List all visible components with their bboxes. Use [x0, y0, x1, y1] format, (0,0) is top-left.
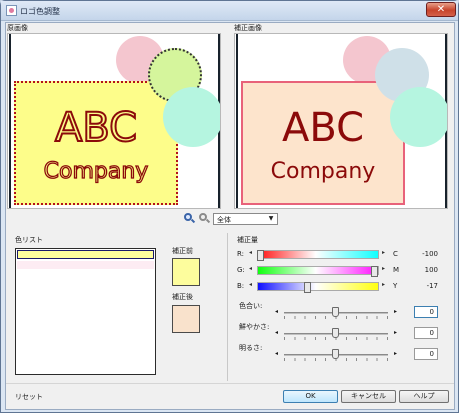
dialog-client-area: 原画像 補正画像 ABC Company ABC Company 全体 ▼ 色リ… [5, 22, 455, 410]
color-list[interactable] [15, 248, 156, 375]
hue-label: 色合い: [239, 302, 263, 310]
chevron-down-icon: ▼ [268, 215, 274, 222]
arrow-right-icon[interactable]: ▸ [382, 249, 385, 256]
brightness-value-field[interactable]: 0 [414, 348, 438, 360]
blue-channel-label: B: [237, 282, 245, 290]
zoom-select-value: 全体 [217, 216, 231, 224]
corrected-image-label: 補正画像 [234, 24, 262, 32]
before-color-label: 補正前 [172, 247, 193, 255]
blue-yellow-slider-row: B: ◂ ▸ Y -17 [237, 281, 447, 293]
red-cyan-slider-thumb[interactable] [257, 250, 264, 261]
arrow-right-icon[interactable]: ▸ [394, 350, 397, 357]
arrow-left-icon[interactable]: ◂ [275, 350, 278, 357]
panel-divider [227, 233, 228, 381]
zoom-out-icon[interactable] [199, 213, 211, 224]
corrected-image-preview: ABC Company [234, 33, 448, 209]
color-list-label: 色リスト [15, 236, 43, 244]
red-channel-label: R: [237, 250, 245, 258]
after-color-swatch [172, 305, 200, 333]
cyan-circle [163, 87, 220, 147]
logo-abc-text: ABC [281, 105, 365, 151]
green-magenta-slider[interactable] [257, 266, 379, 277]
hue-slider-thumb[interactable] [332, 307, 339, 317]
window-title: ロゴ色調整 [20, 7, 60, 16]
preview-edge-line [9, 34, 11, 208]
footer-divider [6, 383, 454, 384]
yellow-channel-label: Y [393, 282, 398, 290]
blue-yellow-slider-thumb[interactable] [304, 282, 311, 293]
cancel-button[interactable]: キャンセル [341, 390, 396, 403]
brightness-label: 明るさ: [239, 344, 263, 352]
logo-company-text: Company [270, 159, 376, 184]
magenta-channel-label: M [393, 266, 400, 274]
saturation-label: 鮮やかさ: [239, 323, 270, 331]
title-bar[interactable]: ロゴ色調整 ✕ [1, 1, 458, 21]
blue-yellow-value: -17 [426, 282, 438, 290]
logo-abc-text: ABC [54, 104, 138, 152]
saturation-slider-thumb[interactable] [332, 328, 339, 338]
saturation-value-field[interactable]: 0 [414, 327, 438, 339]
brightness-slider-row: 明るさ: ◂ ▸ 0 [237, 343, 447, 361]
original-image-preview: ABC Company [7, 33, 221, 209]
arrow-right-icon[interactable]: ▸ [382, 265, 385, 272]
saturation-slider-row: 鮮やかさ: ◂ ▸ 0 [237, 322, 447, 340]
hue-value-field[interactable]: 0 [414, 306, 438, 318]
red-cyan-slider-row: R: ◂ ▸ C -100 [237, 249, 447, 261]
red-cyan-slider[interactable] [257, 250, 379, 261]
green-magenta-slider-thumb[interactable] [371, 266, 378, 277]
brightness-slider-thumb[interactable] [332, 349, 339, 359]
corrected-logo-card: ABC Company [241, 81, 405, 205]
reset-link[interactable]: リセット [15, 392, 43, 402]
help-button[interactable]: ヘルプ [399, 390, 449, 403]
arrow-left-icon[interactable]: ◂ [249, 281, 252, 288]
green-channel-label: G: [237, 266, 245, 274]
before-color-swatch [172, 258, 200, 286]
zoom-select[interactable]: 全体 ▼ [213, 213, 278, 225]
app-icon [6, 5, 17, 16]
after-color-label: 補正後 [172, 293, 193, 301]
arrow-left-icon[interactable]: ◂ [275, 329, 278, 336]
arrow-left-icon[interactable]: ◂ [275, 308, 278, 315]
arrow-left-icon[interactable]: ◂ [249, 265, 252, 272]
green-magenta-value: 100 [424, 266, 438, 274]
dialog-window: ロゴ色調整 ✕ 原画像 補正画像 ABC Company ABC Company [0, 0, 459, 413]
zoom-in-icon[interactable] [184, 213, 196, 224]
arrow-right-icon[interactable]: ▸ [394, 308, 397, 315]
red-cyan-value: -100 [422, 250, 438, 258]
arrow-left-icon[interactable]: ◂ [249, 249, 252, 256]
arrow-right-icon[interactable]: ▸ [394, 329, 397, 336]
hue-slider-row: 色合い: ◂ ▸ 0 [237, 301, 447, 319]
correction-amount-label: 補正量 [237, 236, 258, 244]
ok-button[interactable]: OK [283, 390, 338, 403]
cyan-channel-label: C [393, 250, 398, 258]
arrow-right-icon[interactable]: ▸ [382, 281, 385, 288]
blue-yellow-slider[interactable] [257, 282, 379, 293]
preview-edge-line [236, 34, 238, 208]
close-button[interactable]: ✕ [426, 2, 456, 17]
original-logo-card: ABC Company [14, 81, 178, 205]
cyan-circle [390, 87, 447, 147]
original-image-label: 原画像 [7, 24, 28, 32]
green-magenta-slider-row: G: ◂ ▸ M 100 [237, 265, 447, 277]
list-item[interactable] [17, 250, 154, 259]
logo-company-text: Company [43, 158, 149, 184]
list-item[interactable] [17, 261, 154, 269]
